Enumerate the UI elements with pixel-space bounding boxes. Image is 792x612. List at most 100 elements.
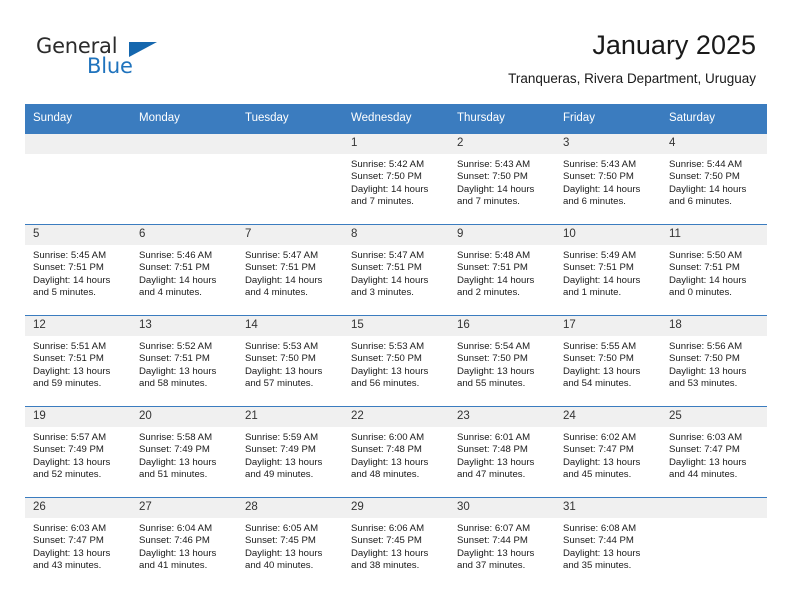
day-sun-info: Sunrise: 5:45 AM Sunset: 7:51 PM Daylight:… — [25, 245, 131, 300]
sunset-text: Sunset: 7:44 PM — [457, 535, 528, 547]
daylight-text: Daylight: 13 hours and 41 minutes. — [139, 547, 217, 572]
day-number: 9 — [449, 225, 555, 245]
calendar-day-cell[interactable]: 20 Sunrise: 5:58 AM Sunset: 7:49 PM Dayligh… — [131, 406, 237, 498]
day-sun-info: Sunrise: 6:07 AM Sunset: 7:44 PM Daylight:… — [449, 518, 555, 573]
calendar-body: 1 Sunrise: 5:42 AM Sunset: 7:50 PM Daylight… — [25, 133, 767, 588]
day-number: 29 — [343, 498, 449, 518]
day-number: 4 — [661, 134, 767, 154]
day-number: 22 — [343, 407, 449, 427]
sunrise-text: Sunrise: 5:52 AM — [139, 341, 213, 352]
calendar-day-cell[interactable]: 2 Sunrise: 5:43 AM Sunset: 7:50 PM Daylight… — [449, 133, 555, 225]
daylight-text: Daylight: 13 hours and 58 minutes. — [139, 365, 217, 390]
calendar-day-cell[interactable]: 11 Sunrise: 5:50 AM Sunset: 7:51 PM Dayligh… — [661, 224, 767, 316]
day-number: 31 — [555, 498, 661, 518]
calendar-day-cell[interactable]: 21 Sunrise: 5:59 AM Sunset: 7:49 PM Dayligh… — [237, 406, 343, 498]
day-sun-info: Sunrise: 5:52 AM Sunset: 7:51 PM Daylight:… — [131, 336, 237, 391]
calendar-day-cell-empty — [661, 497, 767, 588]
day-number: 25 — [661, 407, 767, 427]
calendar-week-row: 5 Sunrise: 5:45 AM Sunset: 7:51 PM Daylight… — [25, 224, 767, 316]
calendar-day-cell[interactable]: 18 Sunrise: 5:56 AM Sunset: 7:50 PM Dayligh… — [661, 315, 767, 407]
daylight-text: Daylight: 14 hours and 5 minutes. — [33, 274, 111, 299]
weekday-header-tuesday: Tuesday — [237, 104, 343, 134]
day-sun-info: Sunrise: 5:57 AM Sunset: 7:49 PM Daylight:… — [25, 427, 131, 482]
calendar-day-cell[interactable]: 9 Sunrise: 5:48 AM Sunset: 7:51 PM Daylight… — [449, 224, 555, 316]
calendar-day-cell[interactable]: 31 Sunrise: 6:08 AM Sunset: 7:44 PM Dayligh… — [555, 497, 661, 588]
daylight-text: Daylight: 13 hours and 43 minutes. — [33, 547, 111, 572]
sunset-text: Sunset: 7:47 PM — [33, 535, 104, 547]
calendar-day-cell[interactable]: 6 Sunrise: 5:46 AM Sunset: 7:51 PM Daylight… — [131, 224, 237, 316]
calendar-day-cell[interactable]: 15 Sunrise: 5:53 AM Sunset: 7:50 PM Dayligh… — [343, 315, 449, 407]
calendar-day-cell[interactable]: 26 Sunrise: 6:03 AM Sunset: 7:47 PM Dayligh… — [25, 497, 131, 588]
sunrise-text: Sunrise: 6:04 AM — [139, 523, 213, 534]
weekday-header-monday: Monday — [131, 104, 237, 134]
calendar-day-cell[interactable]: 10 Sunrise: 5:49 AM Sunset: 7:51 PM Dayligh… — [555, 224, 661, 316]
sunrise-text: Sunrise: 5:42 AM — [351, 159, 425, 170]
calendar-day-cell[interactable]: 29 Sunrise: 6:06 AM Sunset: 7:45 PM Dayligh… — [343, 497, 449, 588]
calendar-day-cell[interactable]: 14 Sunrise: 5:53 AM Sunset: 7:50 PM Dayligh… — [237, 315, 343, 407]
day-sun-info: Sunrise: 5:56 AM Sunset: 7:50 PM Daylight:… — [661, 336, 767, 391]
calendar-day-cell[interactable]: 1 Sunrise: 5:42 AM Sunset: 7:50 PM Daylight… — [343, 133, 449, 225]
calendar-day-cell[interactable]: 23 Sunrise: 6:01 AM Sunset: 7:48 PM Dayligh… — [449, 406, 555, 498]
day-sun-info: Sunrise: 5:59 AM Sunset: 7:49 PM Daylight:… — [237, 427, 343, 482]
sunrise-text: Sunrise: 5:55 AM — [563, 341, 637, 352]
sunset-text: Sunset: 7:51 PM — [139, 353, 210, 365]
daylight-text: Daylight: 13 hours and 49 minutes. — [245, 456, 323, 481]
calendar-day-cell[interactable]: 8 Sunrise: 5:47 AM Sunset: 7:51 PM Daylight… — [343, 224, 449, 316]
calendar-day-cell[interactable]: 24 Sunrise: 6:02 AM Sunset: 7:47 PM Dayligh… — [555, 406, 661, 498]
calendar-day-cell[interactable]: 22 Sunrise: 6:00 AM Sunset: 7:48 PM Dayligh… — [343, 406, 449, 498]
daylight-text: Daylight: 14 hours and 6 minutes. — [669, 183, 747, 208]
calendar-week-row: 26 Sunrise: 6:03 AM Sunset: 7:47 PM Dayligh… — [25, 497, 767, 588]
day-number: 5 — [25, 225, 131, 245]
sunset-text: Sunset: 7:49 PM — [245, 444, 316, 456]
day-number: 14 — [237, 316, 343, 336]
weekday-header-wednesday: Wednesday — [343, 104, 449, 134]
calendar-day-cell[interactable]: 27 Sunrise: 6:04 AM Sunset: 7:46 PM Dayligh… — [131, 497, 237, 588]
calendar-day-cell[interactable]: 13 Sunrise: 5:52 AM Sunset: 7:51 PM Dayligh… — [131, 315, 237, 407]
calendar-day-cell[interactable]: 16 Sunrise: 5:54 AM Sunset: 7:50 PM Dayligh… — [449, 315, 555, 407]
daylight-text: Daylight: 13 hours and 59 minutes. — [33, 365, 111, 390]
sunrise-text: Sunrise: 6:00 AM — [351, 432, 425, 443]
day-sun-info: Sunrise: 6:01 AM Sunset: 7:48 PM Daylight:… — [449, 427, 555, 482]
logo-text-blue: Blue — [87, 54, 133, 78]
calendar-day-cell[interactable]: 3 Sunrise: 5:43 AM Sunset: 7:50 PM Daylight… — [555, 133, 661, 225]
sunset-text: Sunset: 7:45 PM — [245, 535, 316, 547]
daylight-text: Daylight: 14 hours and 2 minutes. — [457, 274, 535, 299]
day-number: 19 — [25, 407, 131, 427]
sunset-text: Sunset: 7:51 PM — [351, 262, 422, 274]
daylight-text: Daylight: 13 hours and 54 minutes. — [563, 365, 641, 390]
calendar-day-cell[interactable]: 12 Sunrise: 5:51 AM Sunset: 7:51 PM Dayligh… — [25, 315, 131, 407]
calendar-day-cell[interactable]: 4 Sunrise: 5:44 AM Sunset: 7:50 PM Daylight… — [661, 133, 767, 225]
daylight-text: Daylight: 14 hours and 1 minute. — [563, 274, 641, 299]
calendar-day-cell[interactable]: 5 Sunrise: 5:45 AM Sunset: 7:51 PM Daylight… — [25, 224, 131, 316]
calendar-day-cell-empty — [131, 133, 237, 225]
logo-triangle-icon — [129, 42, 157, 57]
calendar-day-cell[interactable]: 7 Sunrise: 5:47 AM Sunset: 7:51 PM Daylight… — [237, 224, 343, 316]
day-number — [131, 134, 237, 154]
sunset-text: Sunset: 7:51 PM — [563, 262, 634, 274]
daylight-text: Daylight: 14 hours and 6 minutes. — [563, 183, 641, 208]
daylight-text: Daylight: 13 hours and 52 minutes. — [33, 456, 111, 481]
daylight-text: Daylight: 13 hours and 37 minutes. — [457, 547, 535, 572]
weekday-header-row: Sunday Monday Tuesday Wednesday Thursday… — [25, 104, 767, 134]
sunrise-text: Sunrise: 5:43 AM — [457, 159, 531, 170]
day-number: 1 — [343, 134, 449, 154]
calendar-day-cell[interactable]: 25 Sunrise: 6:03 AM Sunset: 7:47 PM Dayligh… — [661, 406, 767, 498]
day-number: 30 — [449, 498, 555, 518]
calendar-day-cell[interactable]: 28 Sunrise: 6:05 AM Sunset: 7:45 PM Dayligh… — [237, 497, 343, 588]
day-sun-info: Sunrise: 5:53 AM Sunset: 7:50 PM Daylight:… — [343, 336, 449, 391]
calendar-day-cell[interactable]: 30 Sunrise: 6:07 AM Sunset: 7:44 PM Dayligh… — [449, 497, 555, 588]
sunrise-text: Sunrise: 5:50 AM — [669, 250, 743, 261]
sunrise-text: Sunrise: 5:53 AM — [351, 341, 425, 352]
general-blue-logo[interactable]: General Blue — [36, 36, 196, 86]
sunset-text: Sunset: 7:49 PM — [33, 444, 104, 456]
calendar-day-cell[interactable]: 19 Sunrise: 5:57 AM Sunset: 7:49 PM Dayligh… — [25, 406, 131, 498]
day-sun-info: Sunrise: 5:44 AM Sunset: 7:50 PM Daylight:… — [661, 154, 767, 209]
calendar-day-cell[interactable]: 17 Sunrise: 5:55 AM Sunset: 7:50 PM Dayligh… — [555, 315, 661, 407]
sunrise-text: Sunrise: 5:58 AM — [139, 432, 213, 443]
sunset-text: Sunset: 7:51 PM — [139, 262, 210, 274]
day-sun-info: Sunrise: 5:58 AM Sunset: 7:49 PM Daylight:… — [131, 427, 237, 482]
day-number: 13 — [131, 316, 237, 336]
day-sun-info: Sunrise: 5:43 AM Sunset: 7:50 PM Daylight:… — [449, 154, 555, 209]
day-sun-info: Sunrise: 6:08 AM Sunset: 7:44 PM Daylight:… — [555, 518, 661, 573]
sunrise-text: Sunrise: 5:47 AM — [351, 250, 425, 261]
